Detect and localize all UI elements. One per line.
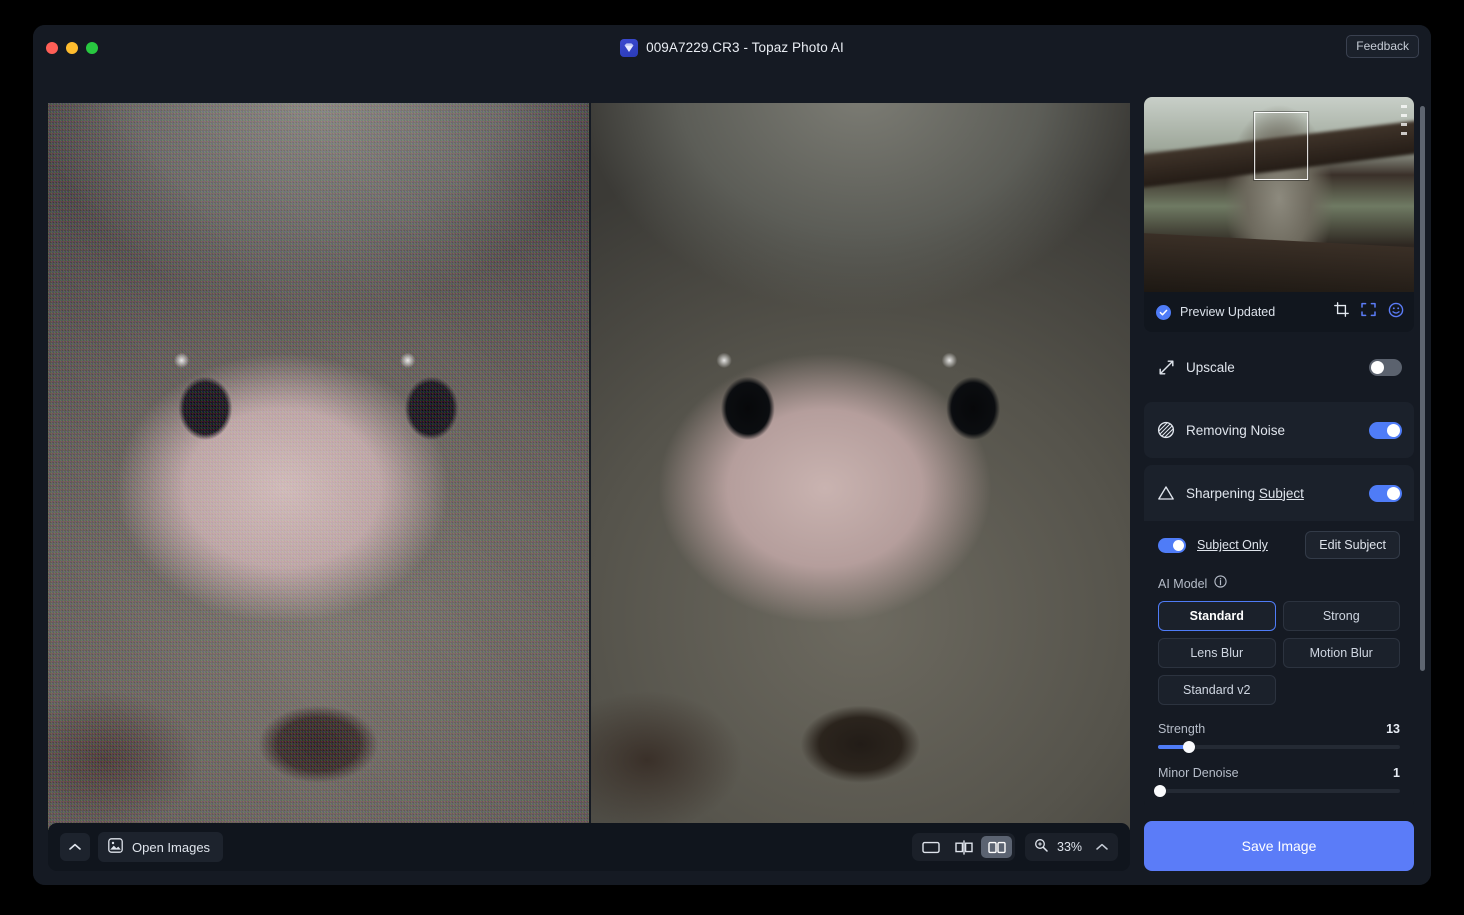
slider-strength-thumb[interactable] bbox=[1183, 741, 1195, 753]
toggle-upscale[interactable] bbox=[1369, 359, 1402, 376]
setting-row-upscale[interactable]: Upscale bbox=[1144, 339, 1414, 395]
zoom-control-group: 33% bbox=[1025, 833, 1118, 861]
noise-overlay bbox=[48, 103, 589, 830]
open-images-button[interactable]: Open Images bbox=[98, 832, 223, 862]
setting-row-sharpening[interactable]: Sharpening Subject bbox=[1144, 465, 1414, 521]
setting-label-removing-noise: Removing Noise bbox=[1186, 423, 1285, 438]
slider-minor-denoise-thumb[interactable] bbox=[1154, 785, 1166, 797]
traffic-lights bbox=[33, 42, 98, 54]
save-image-button[interactable]: Save Image bbox=[1144, 821, 1414, 871]
minimize-window-button[interactable] bbox=[66, 42, 78, 54]
preview-card: Preview Updated bbox=[1144, 97, 1414, 332]
image-comparison-stage[interactable] bbox=[48, 103, 1130, 830]
viewer-toolbar: Open Images bbox=[48, 823, 1130, 871]
close-window-button[interactable] bbox=[46, 42, 58, 54]
upscale-arrows-icon bbox=[1156, 359, 1176, 376]
sharpen-triangle-icon bbox=[1156, 485, 1176, 501]
model-button-standard[interactable]: Standard bbox=[1158, 601, 1276, 631]
preview-action-icons bbox=[1334, 302, 1404, 323]
slider-strength-label: Strength bbox=[1158, 722, 1205, 736]
processed-photo bbox=[591, 103, 1130, 830]
open-images-label: Open Images bbox=[132, 840, 210, 855]
main-body: Open Images bbox=[33, 70, 1431, 885]
model-button-motion-blur[interactable]: Motion Blur bbox=[1283, 638, 1401, 668]
subject-only-row: Subject Only Edit Subject bbox=[1158, 531, 1400, 559]
side-by-side-icon[interactable] bbox=[981, 836, 1012, 858]
toolbar-right-group: 33% bbox=[912, 833, 1118, 861]
split-pane-icon[interactable] bbox=[948, 836, 979, 858]
image-viewer-column: Open Images bbox=[33, 70, 1144, 885]
zoom-level-value: 33% bbox=[1057, 840, 1087, 854]
toolbar-left-group: Open Images bbox=[60, 832, 223, 862]
info-icon[interactable] bbox=[1214, 575, 1227, 593]
model-button-lens-blur[interactable]: Lens Blur bbox=[1158, 638, 1276, 668]
zoom-chevron-up-icon[interactable] bbox=[1096, 838, 1108, 856]
denoise-circle-icon bbox=[1156, 421, 1176, 439]
slider-minor-denoise-label: Minor Denoise bbox=[1158, 766, 1239, 780]
slider-strength-track[interactable] bbox=[1158, 745, 1400, 749]
setting-row-removing-noise[interactable]: Removing Noise bbox=[1144, 402, 1414, 458]
window-title-group: 009A7229.CR3 - Topaz Photo AI bbox=[33, 25, 1431, 70]
slider-strength: Strength 13 bbox=[1158, 722, 1400, 749]
toggle-sharpening[interactable] bbox=[1369, 485, 1402, 502]
original-noisy-image-pane[interactable] bbox=[48, 103, 589, 830]
topaz-logo-icon bbox=[620, 39, 638, 57]
settings-scroll-area: Preview Updated bbox=[1144, 97, 1431, 805]
image-icon bbox=[108, 838, 123, 856]
sharpening-subject-tag[interactable]: Subject bbox=[1259, 486, 1304, 501]
model-button-strong[interactable]: Strong bbox=[1283, 601, 1401, 631]
subject-only-label[interactable]: Subject Only bbox=[1197, 538, 1268, 552]
setting-label-sharpening: Sharpening Subject bbox=[1186, 486, 1304, 501]
face-detect-icon[interactable] bbox=[1388, 302, 1404, 323]
maximize-window-button[interactable] bbox=[86, 42, 98, 54]
ai-model-grid: Standard Strong Lens Blur Motion Blur St… bbox=[1158, 601, 1400, 705]
slider-strength-header: Strength 13 bbox=[1158, 722, 1400, 736]
slider-minor-denoise-value: 1 bbox=[1393, 766, 1400, 780]
model-button-standard-v2[interactable]: Standard v2 bbox=[1158, 675, 1276, 705]
slider-strength-value: 13 bbox=[1386, 722, 1400, 736]
view-mode-group bbox=[912, 833, 1015, 861]
preview-thumbnail[interactable] bbox=[1144, 97, 1414, 292]
sharpening-text: Sharpening bbox=[1186, 486, 1255, 501]
feedback-button[interactable]: Feedback bbox=[1346, 35, 1419, 58]
application-window: 009A7229.CR3 - Topaz Photo AI Feedback bbox=[33, 25, 1431, 885]
title-bar: 009A7229.CR3 - Topaz Photo AI Feedback bbox=[33, 25, 1431, 70]
settings-panel: Preview Updated bbox=[1144, 70, 1431, 885]
toggle-removing-noise[interactable] bbox=[1369, 422, 1402, 439]
crop-icon[interactable] bbox=[1334, 302, 1349, 322]
slider-minor-denoise: Minor Denoise 1 bbox=[1158, 766, 1400, 793]
ai-model-label: AI Model bbox=[1158, 577, 1207, 591]
settings-content: Preview Updated bbox=[1144, 97, 1414, 805]
slider-minor-denoise-header: Minor Denoise 1 bbox=[1158, 766, 1400, 780]
sharpening-options: Subject Only Edit Subject AI Model bbox=[1144, 521, 1414, 805]
preview-status-text: Preview Updated bbox=[1180, 305, 1275, 319]
setting-label-upscale: Upscale bbox=[1186, 360, 1235, 375]
viewport-navigator[interactable] bbox=[1254, 112, 1308, 180]
fullscreen-icon[interactable] bbox=[1361, 302, 1376, 322]
processed-image-pane[interactable] bbox=[591, 103, 1130, 830]
preview-status-row: Preview Updated bbox=[1144, 292, 1414, 332]
zoom-magnifier-icon[interactable] bbox=[1034, 838, 1048, 857]
slider-minor-denoise-track[interactable] bbox=[1158, 789, 1400, 793]
settings-scrollbar[interactable] bbox=[1420, 106, 1425, 671]
thumbnail-drag-handle[interactable] bbox=[1401, 105, 1407, 135]
chevron-up-icon[interactable] bbox=[60, 833, 90, 861]
edit-subject-button[interactable]: Edit Subject bbox=[1305, 531, 1400, 559]
check-circle-icon bbox=[1156, 305, 1171, 320]
toggle-subject-only[interactable] bbox=[1158, 538, 1186, 553]
window-title: 009A7229.CR3 - Topaz Photo AI bbox=[646, 40, 844, 55]
single-pane-icon[interactable] bbox=[915, 836, 946, 858]
ai-model-header: AI Model bbox=[1158, 575, 1400, 593]
